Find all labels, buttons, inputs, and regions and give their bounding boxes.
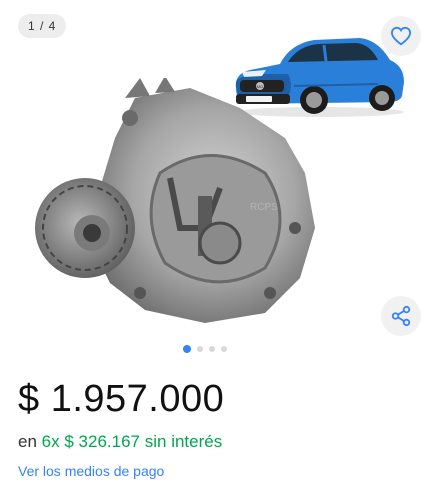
- share-icon: [391, 305, 411, 327]
- heart-icon: [390, 26, 412, 46]
- installments-suffix: sin interés: [144, 432, 223, 451]
- product-price: $ 1.957.000: [18, 378, 225, 420]
- payment-methods-link[interactable]: Ver los medios de pago: [18, 463, 164, 479]
- installments-count: 6x: [41, 432, 60, 451]
- pagination-dot[interactable]: [209, 346, 215, 352]
- product-gallery[interactable]: 1 / 4 MG RCPS: [0, 0, 443, 365]
- installments-amount: $ 326.167: [64, 432, 140, 451]
- share-button[interactable]: [381, 296, 421, 336]
- carousel-pagination: [183, 345, 227, 353]
- favorite-button[interactable]: [381, 16, 421, 56]
- pagination-dot[interactable]: [197, 346, 203, 352]
- installments-info: en 6x $ 326.167 sin interés: [18, 432, 222, 452]
- gearbox-main-image: RCPS: [30, 76, 320, 333]
- pagination-dot[interactable]: [183, 345, 191, 353]
- image-counter: 1 / 4: [18, 14, 67, 38]
- pagination-dot[interactable]: [221, 346, 227, 352]
- installments-prefix: en: [18, 432, 37, 451]
- watermark-text: RCPS: [250, 202, 278, 213]
